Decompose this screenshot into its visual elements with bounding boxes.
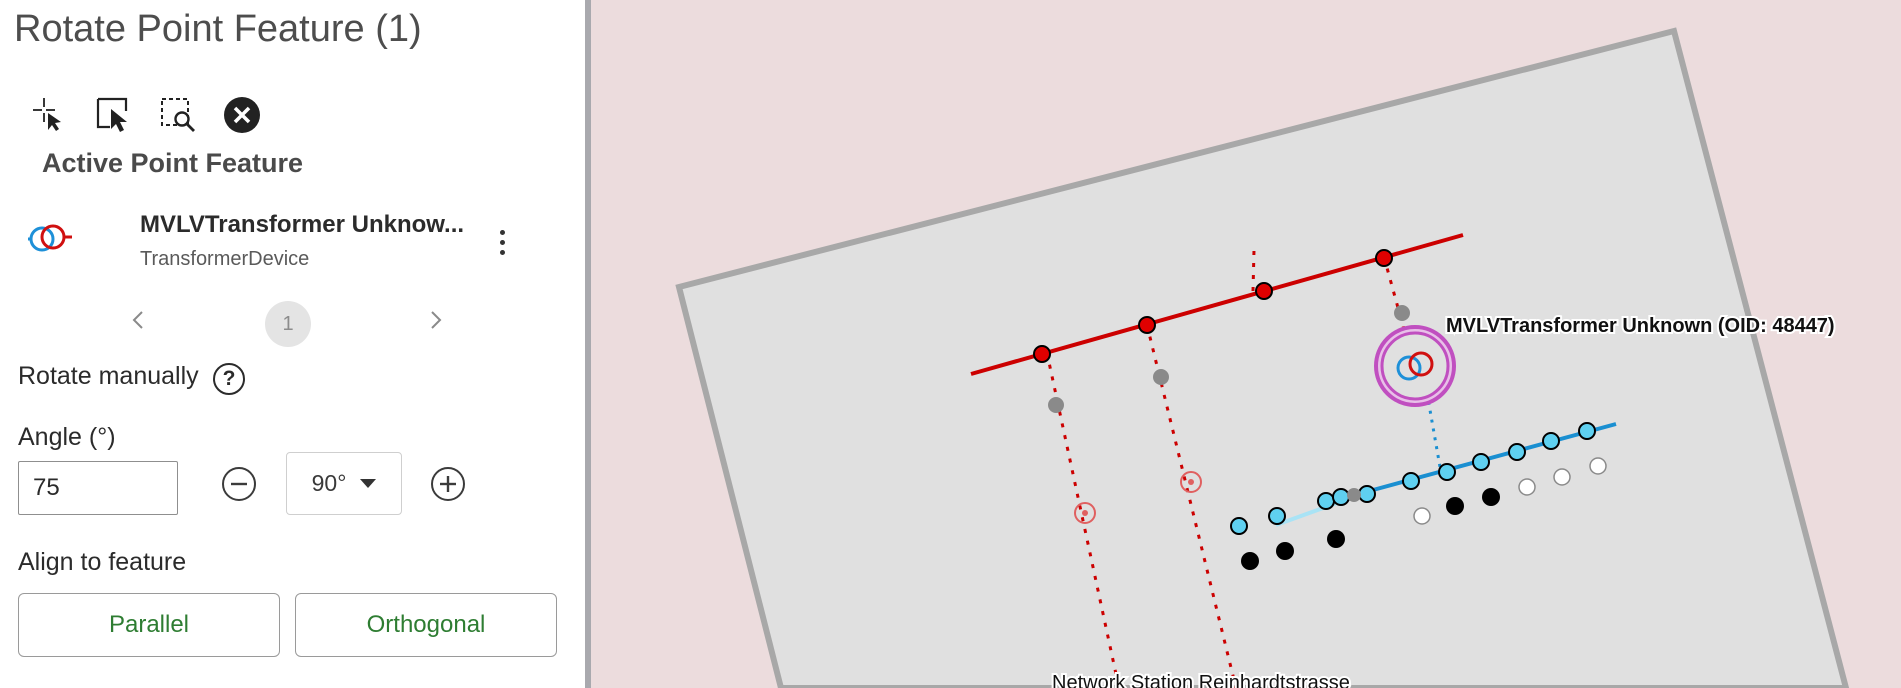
angle-label: Angle (°): [18, 423, 116, 451]
lv-node: [1358, 485, 1376, 503]
white-dot: [1413, 507, 1431, 525]
chevron-right-icon[interactable]: [428, 307, 444, 338]
black-dot: [1276, 542, 1294, 560]
lv-node: [1472, 453, 1490, 471]
mv-node: [1375, 249, 1393, 267]
black-dot: [1446, 497, 1464, 515]
angle-increment-dropdown[interactable]: 90°: [286, 452, 402, 515]
map-view[interactable]: MVLVTransformer Unknown (OID: 48447) Net…: [591, 0, 1901, 688]
lv-node: [1578, 422, 1596, 440]
selected-transformer: [1374, 325, 1456, 407]
mv-node: [1033, 345, 1051, 363]
black-dot: [1482, 488, 1500, 506]
transformer-icon: [26, 218, 74, 260]
clear-selection-icon[interactable]: [220, 93, 264, 137]
junction-dot: [1048, 397, 1064, 413]
station-label: Network Station Reinhardtstrasse: [1052, 672, 1350, 688]
network-station-polygon: [675, 27, 1850, 688]
orthogonal-button[interactable]: Orthogonal: [295, 593, 557, 657]
rotate-point-panel: Rotate Point Feature (1) Active Point Fe…: [0, 0, 585, 688]
lv-node: [1230, 517, 1248, 535]
active-feature-heading: Active Point Feature: [42, 148, 304, 178]
selected-feature-label: MVLVTransformer Unknown (OID: 48447): [1446, 315, 1835, 337]
white-dot: [1589, 457, 1607, 475]
panel-title: Rotate Point Feature (1): [14, 8, 422, 50]
plus-icon[interactable]: [431, 467, 465, 501]
pager-current-page[interactable]: 1: [265, 301, 311, 347]
map-canvas[interactable]: MVLVTransformer Unknown (OID: 48447) Net…: [591, 0, 1901, 688]
black-dot: [1327, 530, 1345, 548]
parallel-button[interactable]: Parallel: [18, 593, 280, 657]
align-to-feature-label: Align to feature: [18, 548, 187, 576]
more-options-icon[interactable]: [490, 222, 514, 262]
lv-node: [1508, 443, 1526, 461]
rotate-manually-label: Rotate manually: [18, 362, 199, 390]
help-icon[interactable]: ?: [213, 363, 245, 395]
junction-dot: [1394, 305, 1410, 321]
caret-down-icon: [360, 479, 377, 488]
chevron-left-icon[interactable]: [130, 307, 146, 338]
lv-node: [1268, 507, 1286, 525]
lv-node: [1317, 492, 1335, 510]
lv-node: [1542, 432, 1560, 450]
white-dot: [1518, 478, 1536, 496]
mv-node: [1138, 316, 1156, 334]
junction-dot: [1347, 488, 1361, 502]
feature-subtype: TransformerDevice: [140, 248, 310, 270]
lv-node: [1402, 472, 1420, 490]
junction-dot: [1153, 369, 1169, 385]
feature-name[interactable]: MVLVTransformer Unknow...: [140, 211, 464, 239]
angle-input[interactable]: [18, 461, 178, 515]
select-arrow-icon[interactable]: [92, 93, 136, 137]
lv-node: [1438, 463, 1456, 481]
white-dot: [1553, 468, 1571, 486]
pointer-crosshair-icon[interactable]: [26, 93, 70, 137]
mv-node: [1255, 282, 1273, 300]
select-zoom-icon[interactable]: [156, 93, 200, 137]
lv-node: [1332, 488, 1350, 506]
minus-icon[interactable]: [222, 467, 256, 501]
angle-increment-value: 90°: [311, 470, 347, 496]
black-dot: [1241, 552, 1259, 570]
